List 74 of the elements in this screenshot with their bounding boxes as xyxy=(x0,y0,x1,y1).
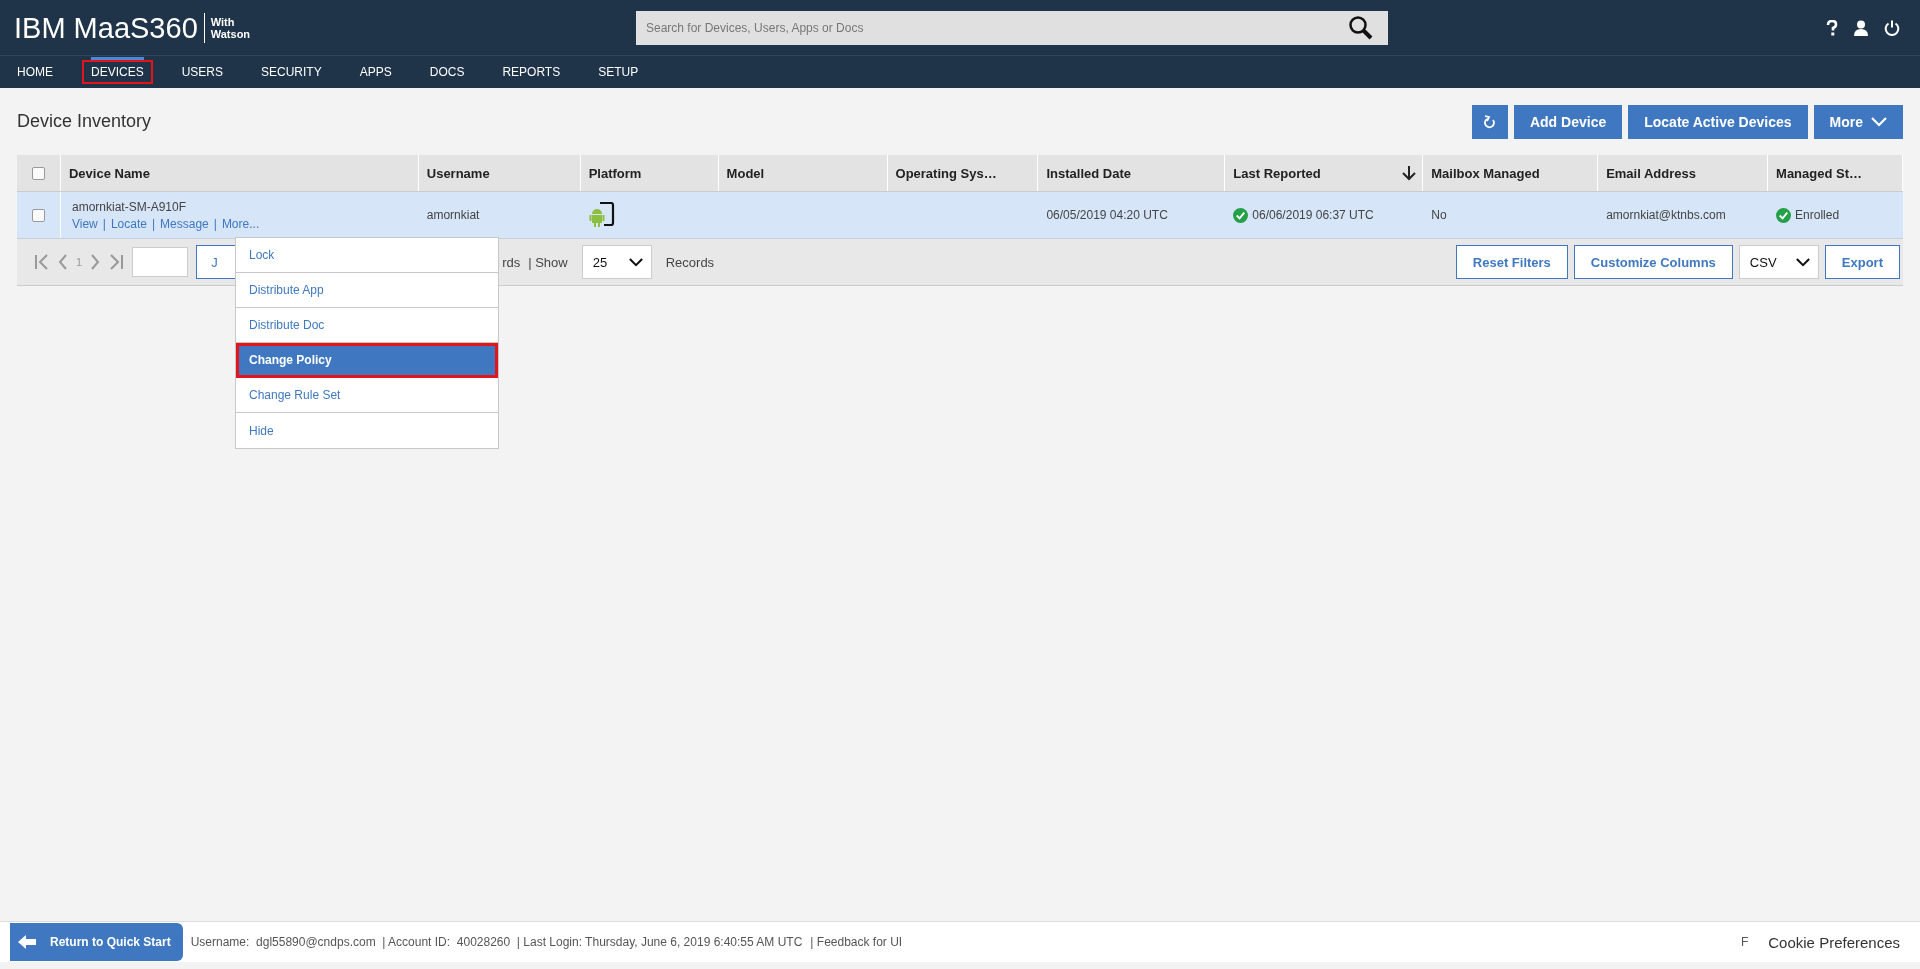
page-size-select[interactable]: 25 xyxy=(581,245,652,279)
records-text: rds xyxy=(502,254,521,270)
chevron-down-icon xyxy=(1871,116,1887,127)
table-cell: 06/06/2019 06:37 UTC xyxy=(1252,208,1374,222)
next-page-icon[interactable] xyxy=(90,254,101,270)
column-header[interactable]: Managed St… xyxy=(1768,155,1903,191)
nav-tab[interactable]: USERS xyxy=(172,60,233,84)
column-header[interactable]: Model xyxy=(718,155,888,191)
page-title: Device Inventory xyxy=(17,111,152,132)
row-link[interactable]: Message xyxy=(160,216,209,231)
nav-tab[interactable]: DEVICES xyxy=(82,60,153,84)
arrow-left-icon xyxy=(18,935,36,949)
first-page-icon[interactable] xyxy=(34,254,50,270)
reset-filters-button[interactable]: Reset Filters xyxy=(1455,245,1568,279)
search-field[interactable]: Search for Devices, Users, Apps or Docs xyxy=(636,10,1388,45)
select-all-checkbox[interactable] xyxy=(32,166,45,180)
column-header[interactable]: Device Name xyxy=(60,155,419,191)
action-button[interactable]: Locate Active Devices xyxy=(1628,104,1808,139)
row-link[interactable]: View xyxy=(71,216,98,231)
search-icon[interactable] xyxy=(1348,14,1374,41)
chevron-down-icon xyxy=(628,257,643,267)
refresh-icon xyxy=(1483,114,1496,129)
export-button[interactable]: Export xyxy=(1824,245,1900,279)
table-cell: amornkiat xyxy=(426,208,480,222)
show-label: | Show xyxy=(528,254,568,270)
column-header[interactable]: Operating Sys… xyxy=(887,155,1039,191)
refresh-button[interactable] xyxy=(1471,104,1508,139)
help-icon[interactable] xyxy=(1826,19,1838,36)
nav-tab[interactable]: DOCS xyxy=(420,60,474,84)
nav-tab[interactable]: SECURITY xyxy=(252,60,331,84)
records-label: Records xyxy=(665,254,715,270)
power-icon[interactable] xyxy=(1884,19,1900,36)
chevron-down-icon xyxy=(1795,257,1810,267)
column-header[interactable]: Installed Date xyxy=(1038,155,1226,191)
account-info: Username: dgl55890@cndps.com | Account ID: 40028260 | Last Login: Thursday, June 6, 2019 6:40:55 AM UTC xyxy=(190,935,803,949)
menu-item[interactable]: Change Policy xyxy=(236,343,498,378)
android-phone-icon xyxy=(588,202,615,228)
table-cell: 06/05/2019 04:20 UTC xyxy=(1046,208,1168,222)
nav-tab[interactable]: HOME xyxy=(8,60,62,84)
row-link[interactable]: More... xyxy=(221,216,260,231)
row-link[interactable]: Locate xyxy=(110,216,147,231)
device-name: amornkiat-SM-A910F xyxy=(71,199,186,214)
sort-arrow-icon[interactable] xyxy=(1402,165,1417,181)
nav-tab[interactable]: SETUP xyxy=(589,60,648,84)
check-circle-icon xyxy=(1233,207,1249,223)
previous-page-icon[interactable] xyxy=(58,254,68,270)
page-number: 1 xyxy=(76,256,83,268)
feedback-link[interactable]: | Feedback for UI xyxy=(810,935,903,949)
customize-columns-button[interactable]: Customize Columns xyxy=(1573,245,1733,279)
logo-text: IBM MaaS360 xyxy=(14,12,205,43)
link-separator: | xyxy=(151,216,156,231)
link-separator: | xyxy=(213,216,217,231)
column-header[interactable]: Last Reported xyxy=(1225,155,1424,191)
column-header[interactable]: Username xyxy=(418,155,581,191)
last-page-icon[interactable] xyxy=(108,254,125,270)
check-circle-icon xyxy=(1776,207,1792,223)
format-select[interactable]: CSV xyxy=(1738,245,1819,279)
column-header[interactable]: Email Address xyxy=(1598,155,1769,191)
column-header[interactable]: Platform xyxy=(580,155,719,191)
table-cell: amornkiat@ktnbs.com xyxy=(1606,208,1726,222)
return-button[interactable]: Return to Quick Start xyxy=(10,923,183,961)
nav-tab[interactable]: REPORTS xyxy=(493,60,570,84)
table-cell: Enrolled xyxy=(1795,208,1840,222)
link-separator: | xyxy=(102,216,106,231)
column-header[interactable]: Mailbox Managed xyxy=(1423,155,1599,191)
user-icon[interactable] xyxy=(1854,19,1868,36)
page-input[interactable] xyxy=(132,247,189,277)
nav-tab[interactable]: APPS xyxy=(350,60,401,84)
more-button[interactable]: More xyxy=(1813,104,1903,139)
row-checkbox[interactable] xyxy=(32,208,45,222)
table-cell: No xyxy=(1431,208,1447,222)
logo-suffix: With Watson xyxy=(210,15,251,40)
action-button[interactable]: Add Device xyxy=(1513,104,1623,139)
footer-text: F xyxy=(1740,935,1749,949)
